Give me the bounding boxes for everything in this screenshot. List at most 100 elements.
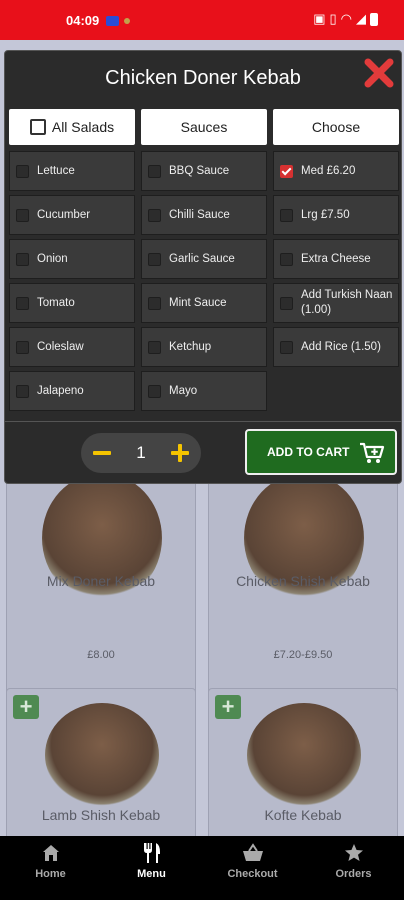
menu-item-name: Mix Doner Kebab [46, 573, 156, 589]
tab-all-salads[interactable]: All Salads [9, 109, 135, 145]
checkbox[interactable] [148, 296, 161, 310]
option-chilli-sauce[interactable]: Chilli Sauce [141, 195, 267, 235]
notification-badge-icon [106, 16, 119, 26]
option-extra-cheese[interactable]: Extra Cheese [273, 239, 399, 279]
food-image [247, 703, 361, 807]
cart-plus-icon [360, 442, 385, 463]
menu-item-name: Lamb Shish Kebab [41, 807, 161, 823]
option-mint-sauce[interactable]: Mint Sauce [141, 283, 267, 323]
checkbox[interactable] [148, 340, 161, 354]
all-salads-checkbox[interactable] [29, 119, 46, 135]
checkbox[interactable] [16, 208, 29, 222]
option-onion[interactable]: Onion [9, 239, 135, 279]
option-label: Chilli Sauce [169, 208, 230, 221]
option-label: Add Turkish Naan (1.00) [301, 289, 393, 316]
nav-label: Menu [137, 868, 166, 880]
add-to-cart-button[interactable]: ADD TO CART [245, 429, 397, 475]
option-label: Mayo [169, 384, 198, 397]
nav-menu[interactable]: Menu [101, 836, 202, 900]
checkbox[interactable] [16, 296, 29, 310]
option-mayo[interactable]: Mayo [141, 371, 267, 411]
option-label: Ketchup [169, 340, 212, 353]
nav-checkout[interactable]: Checkout [202, 836, 303, 900]
option-garlic-sauce[interactable]: Garlic Sauce [141, 239, 267, 279]
nav-label: Orders [335, 868, 372, 880]
menu-item-name: Kofte Kebab [264, 807, 342, 823]
nav-label: Checkout [227, 868, 278, 880]
option-med-size[interactable]: Med £6.20 [273, 151, 399, 191]
checkbox[interactable] [16, 340, 29, 354]
option-label: BBQ Sauce [169, 164, 230, 177]
menu-card-mix-doner[interactable]: Mix Doner Kebab £8.00 [6, 473, 196, 712]
nav-label: Home [35, 868, 66, 880]
minus-icon[interactable] [93, 451, 111, 455]
menu-item-price: £7.20-£9.50 [273, 649, 333, 661]
food-image [45, 703, 159, 807]
option-label: Lrg £7.50 [301, 208, 350, 221]
option-label: Cucumber [37, 208, 91, 221]
basket-icon [242, 842, 264, 864]
checkbox[interactable] [148, 164, 161, 178]
quantity-stepper: 1 [81, 433, 201, 473]
option-turkish-naan[interactable]: Add Turkish Naan (1.00) [273, 283, 399, 323]
fork-knife-icon [141, 842, 163, 864]
menu-item-price: £8.00 [87, 649, 115, 661]
nav-orders[interactable]: Orders [303, 836, 404, 900]
menu-item-name: Chicken Shish Kebab [236, 573, 370, 589]
option-label: Mint Sauce [169, 296, 227, 309]
notification-dot-icon [124, 18, 130, 24]
status-icons: ▣ ▯ ◠ ◢ [313, 11, 378, 27]
close-icon[interactable] [363, 57, 395, 89]
option-ketchup[interactable]: Ketchup [141, 327, 267, 367]
option-label: Jalapeno [37, 384, 84, 397]
add-to-cart-label: ADD TO CART [267, 445, 350, 459]
checkbox-checked[interactable] [280, 164, 293, 178]
option-coleslaw[interactable]: Coleslaw [9, 327, 135, 367]
option-label: Extra Cheese [301, 252, 371, 265]
checkbox[interactable] [148, 384, 161, 398]
option-lrg-size[interactable]: Lrg £7.50 [273, 195, 399, 235]
nfc-icon: ▣ [313, 11, 326, 26]
tab-label: All Salads [51, 119, 115, 135]
option-tomato[interactable]: Tomato [9, 283, 135, 323]
option-label: Lettuce [37, 164, 75, 177]
vibrate-icon: ▯ [329, 11, 337, 26]
add-item-icon[interactable]: + [215, 695, 241, 719]
option-cucumber[interactable]: Cucumber [9, 195, 135, 235]
tab-choose[interactable]: Choose [273, 109, 399, 145]
modal-title: Chicken Doner Kebab [105, 67, 301, 89]
option-lettuce[interactable]: Lettuce [9, 151, 135, 191]
option-label: Garlic Sauce [169, 252, 235, 265]
checkbox[interactable] [280, 340, 293, 354]
signal-icon: ◢ [356, 11, 366, 26]
tab-sauces[interactable]: Sauces [141, 109, 267, 145]
checkbox[interactable] [280, 208, 293, 222]
checkbox[interactable] [280, 252, 293, 266]
option-label: Med £6.20 [301, 164, 356, 177]
checkbox[interactable] [16, 164, 29, 178]
checkbox[interactable] [280, 296, 293, 310]
option-jalapeno[interactable]: Jalapeno [9, 371, 135, 411]
option-bbq-sauce[interactable]: BBQ Sauce [141, 151, 267, 191]
status-time: 04:09 [66, 13, 100, 28]
checkbox[interactable] [148, 252, 161, 266]
star-icon [344, 842, 364, 864]
option-add-rice[interactable]: Add Rice (1.50) [273, 327, 399, 367]
product-options-modal: Chicken Doner Kebab All Salads Sauces Ch… [4, 50, 402, 484]
home-icon [41, 842, 61, 864]
option-label: Coleslaw [37, 340, 84, 353]
option-label: Tomato [37, 296, 75, 309]
checkbox[interactable] [16, 252, 29, 266]
tab-label: Sauces [180, 119, 228, 135]
status-bar: 04:09 ▣ ▯ ◠ ◢ [0, 0, 404, 40]
nav-home[interactable]: Home [0, 836, 101, 900]
checkbox[interactable] [148, 208, 161, 222]
bottom-nav: Home Menu Checkout Orders [0, 836, 404, 900]
quantity-value: 1 [136, 443, 146, 462]
option-label: Onion [37, 252, 68, 265]
menu-card-chicken-shish[interactable]: Chicken Shish Kebab £7.20-£9.50 [208, 473, 398, 712]
plus-icon-vertical[interactable] [178, 444, 182, 462]
add-item-icon[interactable]: + [13, 695, 39, 719]
divider [5, 421, 401, 422]
checkbox[interactable] [16, 384, 29, 398]
